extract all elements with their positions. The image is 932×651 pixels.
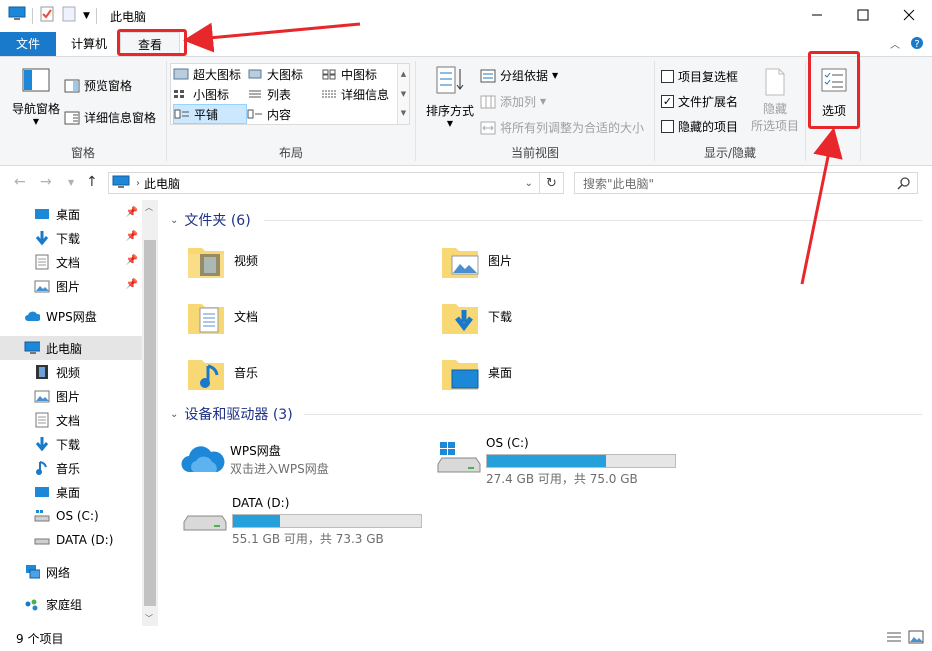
annotation-arrows bbox=[183, 22, 843, 285]
annotation-arrow-options bbox=[800, 127, 843, 285]
annotation-arrow-view-tab bbox=[183, 22, 361, 53]
